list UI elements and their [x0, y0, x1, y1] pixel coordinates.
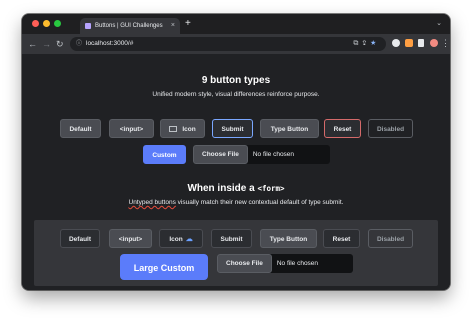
spellcheck-word: Untyped buttons	[128, 199, 176, 206]
form-file-input[interactable]: Choose File No file chosen	[217, 254, 353, 273]
default-button[interactable]: Default	[60, 119, 101, 138]
browser-tab[interactable]: Buttons | GUI Challenges ×	[80, 18, 180, 34]
form-type-button-button[interactable]: Type Button	[260, 229, 317, 248]
tab-title: Buttons | GUI Challenges	[95, 23, 163, 29]
favicon-icon	[85, 23, 91, 29]
page-viewport: 9 button types Unified modern style, vis…	[22, 54, 450, 290]
file-status: No file chosen	[252, 151, 295, 158]
form-choose-file-button[interactable]: Choose File	[217, 254, 272, 273]
form-submit-button[interactable]: Submit	[211, 229, 252, 248]
form-reset-button[interactable]: Reset	[323, 229, 360, 248]
file-input[interactable]: Choose File No file chosen	[193, 145, 330, 164]
address-bar-actions: ⧉⇪★	[353, 37, 380, 51]
form-default-button[interactable]: Default	[60, 229, 100, 248]
choose-file-button[interactable]: Choose File	[193, 145, 248, 164]
browser-window: Buttons | GUI Challenges × + ⌄ ← → ↻ ⓘ l…	[22, 14, 450, 290]
submit-button[interactable]: Submit	[212, 119, 253, 138]
form-disabled-button: Disabled	[368, 229, 413, 248]
new-tab-button[interactable]: +	[185, 17, 191, 31]
form-heading-code: <form>	[257, 184, 285, 193]
address-bar[interactable]: ⓘ localhost:3000/# ⧉⇪★	[70, 37, 386, 51]
bookmark-star-icon[interactable]: ★	[370, 40, 380, 47]
extension-icon[interactable]	[392, 39, 400, 47]
browser-menu-button[interactable]: ⋮	[441, 38, 450, 48]
back-button[interactable]: ←	[28, 38, 37, 50]
tab-bar: Buttons | GUI Challenges × + ⌄	[22, 14, 450, 34]
form-icon-button[interactable]: Icon ☁	[159, 229, 203, 248]
profile-avatar[interactable]	[430, 39, 438, 47]
close-window-button[interactable]	[32, 20, 39, 27]
open-in-app-icon[interactable]: ⧉	[353, 40, 362, 47]
form-file-status: No file chosen	[276, 260, 319, 267]
url-text: localhost:3000/#	[86, 40, 134, 47]
form-panel: Default <input> Icon ☁ Submit Type Button…	[34, 220, 438, 286]
input-button[interactable]: <input>	[109, 119, 154, 138]
cloud-icon: ☁	[185, 236, 193, 243]
form-icon-button-label: Icon	[169, 236, 183, 243]
maximize-window-button[interactable]	[54, 20, 61, 27]
minimize-window-button[interactable]	[43, 20, 50, 27]
form-section-heading: When inside a <form>	[22, 183, 450, 194]
type-button-button[interactable]: Type Button	[260, 119, 319, 138]
extension-icon[interactable]	[405, 39, 413, 47]
icon-button[interactable]: Icon	[160, 119, 205, 138]
tab-search-button[interactable]: ⌄	[436, 19, 442, 27]
form-input-button[interactable]: <input>	[109, 229, 152, 248]
page-subtitle: Unified modern style, visual differences…	[152, 91, 320, 98]
custom-button[interactable]: Custom	[143, 145, 186, 164]
form-section-subtitle: Untyped buttons visually match their new…	[22, 199, 450, 206]
icon-button-label: Icon	[182, 126, 196, 133]
reload-button[interactable]: ↻	[56, 38, 64, 50]
browser-toolbar: ← → ↻ ⓘ localhost:3000/# ⧉⇪★ ⋮	[22, 34, 450, 54]
large-custom-button[interactable]: Large Custom	[120, 254, 208, 280]
site-info-icon[interactable]: ⓘ	[76, 37, 82, 51]
form-heading-text: When inside a	[187, 183, 258, 194]
disabled-button: Disabled	[368, 119, 413, 138]
form-subtitle-text: visually match their new contextual defa…	[175, 199, 344, 206]
extensions-puzzle-icon[interactable]	[418, 39, 424, 47]
page-title: 9 button types	[201, 75, 271, 86]
tab-close-icon[interactable]: ×	[171, 18, 175, 34]
reset-button[interactable]: Reset	[324, 119, 361, 138]
mail-icon	[169, 126, 178, 132]
forward-button[interactable]: →	[42, 38, 51, 50]
